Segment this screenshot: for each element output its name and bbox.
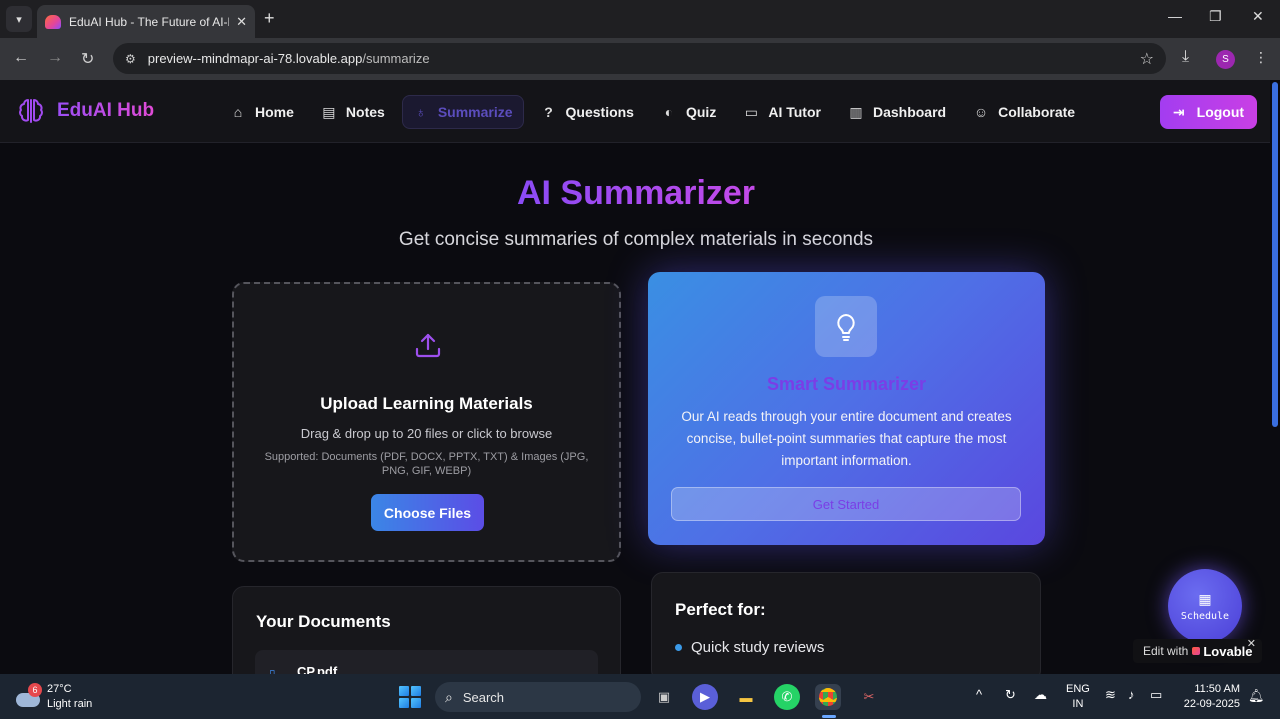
wifi-icon[interactable]: ≋ xyxy=(1105,687,1116,703)
cloud-icon[interactable]: ☁ xyxy=(1034,687,1047,703)
logout-button[interactable]: ⇥ Logout xyxy=(1160,95,1257,129)
logout-icon: ⇥ xyxy=(1172,103,1185,120)
brain-icon xyxy=(19,99,43,123)
documents-title: Your Documents xyxy=(256,612,391,631)
lightbulb-icon xyxy=(815,296,877,357)
smart-summarizer-title: Smart Summarizer xyxy=(766,374,927,394)
windows-start-icon[interactable] xyxy=(399,686,421,708)
taskbar-search[interactable]: ⌕ Search xyxy=(435,682,641,712)
notes-icon: ▤ xyxy=(322,103,336,120)
download-icon[interactable]: ⤓ xyxy=(1182,48,1189,66)
restore-icon[interactable]: ❐ xyxy=(1209,8,1222,25)
snipping-tool-icon[interactable]: ✂ xyxy=(856,684,882,710)
nav-quiz[interactable]: ◐ Quiz xyxy=(651,95,726,129)
lovable-favicon-icon xyxy=(45,14,61,29)
close-window-icon[interactable]: ✕ xyxy=(1252,8,1264,25)
page-scrollbar[interactable] xyxy=(1270,80,1280,674)
address-bar[interactable]: ⚙ preview--mindmapr-ai-78.lovable.app/su… xyxy=(113,43,1166,74)
chart-icon: ▥ xyxy=(849,103,863,120)
upload-supported-types: Supported: Documents (PDF, DOCX, PPTX, T… xyxy=(264,451,589,477)
browser-tab-strip: ▾ EduAI Hub - The Future of AI-Po ✕ + — … xyxy=(0,0,1280,38)
help-circle-icon: ? xyxy=(544,104,553,120)
scrollbar-thumb[interactable] xyxy=(1272,82,1278,427)
bookmark-star-icon[interactable]: ☆ xyxy=(1140,49,1154,69)
chrome-icon[interactable] xyxy=(815,684,841,710)
browser-menu-icon[interactable]: ⋮ xyxy=(1254,49,1268,66)
search-icon: ⌕ xyxy=(445,688,453,705)
upload-title: Upload Learning Materials xyxy=(320,394,533,413)
get-started-button[interactable]: Get Started xyxy=(671,487,1021,521)
tab-title: EduAI Hub - The Future of AI-Po xyxy=(69,14,229,29)
file-icon: ▯ xyxy=(269,667,276,674)
app-navbar: EduAI Hub ⌂ Home ▤ Notes ♁ Summarize ? Quest… xyxy=(0,80,1270,143)
close-tab-icon[interactable]: ✕ xyxy=(236,14,247,30)
edit-with-lovable-badge[interactable]: Edit with Lovable ✕ xyxy=(1133,637,1262,663)
weather-widget[interactable]: 6 27°C Light rain xyxy=(16,682,92,712)
close-badge-icon[interactable]: ✕ xyxy=(1247,637,1256,650)
nav-ai-tutor[interactable]: ▭ AI Tutor xyxy=(733,95,831,129)
home-icon: ⌂ xyxy=(233,104,243,120)
nav-collaborate[interactable]: ☺ Collaborate xyxy=(963,95,1085,129)
perfect-for-title: Perfect for: xyxy=(675,600,766,619)
clock[interactable]: 11:50 AM 22-09-2025 xyxy=(1180,682,1240,712)
browser-tab[interactable]: EduAI Hub - The Future of AI-Po ✕ xyxy=(37,5,255,38)
file-explorer-icon[interactable]: ▬ xyxy=(733,684,759,710)
tray-chevron-icon[interactable]: ^ xyxy=(976,687,982,702)
cloud-rain-icon: 6 xyxy=(16,683,42,707)
windows-taskbar: 6 27°C Light rain ⌕ Search ▣ ▶ ▬ ✆ ✂ ^ ↻ … xyxy=(0,674,1280,719)
your-documents-card: Your Documents ▯ CP.pdf xyxy=(232,586,621,674)
whatsapp-icon[interactable]: ✆ xyxy=(774,684,800,710)
tab-search-button[interactable]: ▾ xyxy=(6,6,32,32)
battery-icon[interactable]: ▭ xyxy=(1150,687,1162,703)
smart-summarizer-description: Our AI reads through your entire documen… xyxy=(681,409,1012,468)
teams-icon[interactable]: ▶ xyxy=(692,684,718,710)
sync-icon[interactable]: ↻ xyxy=(1005,687,1016,703)
task-view-icon[interactable]: ▣ xyxy=(651,684,677,710)
page-subtitle: Get concise summaries of complex materia… xyxy=(398,229,874,250)
forward-icon[interactable]: → xyxy=(47,49,63,67)
users-icon: ☺ xyxy=(973,104,989,120)
nav-home[interactable]: ⌂ Home xyxy=(220,95,304,129)
perfect-for-card: Perfect for: Quick study reviews xyxy=(651,572,1041,674)
nav-links: ⌂ Home ▤ Notes ♁ Summarize ? Questions ◐ Quiz… xyxy=(220,95,1092,129)
back-icon[interactable]: ← xyxy=(13,49,29,67)
page-viewport: EduAI Hub ⌂ Home ▤ Notes ♁ Summarize ? Quest… xyxy=(0,80,1270,674)
notification-bell-icon[interactable]: 🔔︎ xyxy=(1248,688,1265,704)
bullet-icon xyxy=(675,644,682,651)
schedule-label: Schedule xyxy=(1180,610,1230,622)
new-tab-button[interactable]: + xyxy=(264,8,275,29)
nav-questions[interactable]: ? Questions xyxy=(531,95,644,129)
upload-icon xyxy=(415,333,441,358)
calendar-icon: ▦ xyxy=(1198,590,1212,607)
volume-icon[interactable]: ♪ xyxy=(1128,687,1135,702)
lightbulb-icon: ♁ xyxy=(415,104,427,120)
document-name: CP.pdf xyxy=(297,664,338,674)
nav-dashboard[interactable]: ▥ Dashboard xyxy=(838,95,956,129)
language-indicator[interactable]: ENG IN xyxy=(1066,682,1090,712)
upload-description: Drag & drop up to 20 files or click to b… xyxy=(300,426,553,441)
nav-summarize[interactable]: ♁ Summarize xyxy=(401,95,524,129)
site-info-icon[interactable]: ⚙ xyxy=(125,52,136,66)
brand[interactable]: EduAI Hub xyxy=(16,96,154,126)
schedule-button[interactable]: ▦ Schedule xyxy=(1168,569,1242,643)
document-row[interactable]: ▯ CP.pdf xyxy=(255,650,598,674)
profile-avatar[interactable]: S xyxy=(1216,50,1235,69)
weather-badge: 6 xyxy=(28,683,42,697)
smart-summarizer-card: Smart Summarizer Our AI reads through yo… xyxy=(648,272,1045,545)
chat-icon: ▭ xyxy=(744,103,758,120)
choose-files-button[interactable]: Choose Files xyxy=(371,494,484,531)
url-text: preview--mindmapr-ai-78.lovable.app/summ… xyxy=(147,51,430,66)
quiz-icon: ◐ xyxy=(664,104,674,120)
nav-notes[interactable]: ▤ Notes xyxy=(311,95,395,129)
page-title: AI Summarizer xyxy=(516,174,756,212)
active-app-indicator xyxy=(822,715,836,718)
lovable-logo-icon xyxy=(1192,647,1201,655)
browser-toolbar: ← → ↻ ⚙ preview--mindmapr-ai-78.lovable.… xyxy=(0,38,1280,80)
upload-dropzone[interactable]: Upload Learning Materials Drag & drop up… xyxy=(232,282,621,562)
minimize-icon[interactable]: — xyxy=(1168,8,1182,24)
reload-icon[interactable]: ↻ xyxy=(81,49,94,69)
list-item: Quick study reviews xyxy=(675,639,824,656)
weather-text: 27°C Light rain xyxy=(47,683,93,710)
brand-name: EduAI Hub xyxy=(57,100,155,121)
